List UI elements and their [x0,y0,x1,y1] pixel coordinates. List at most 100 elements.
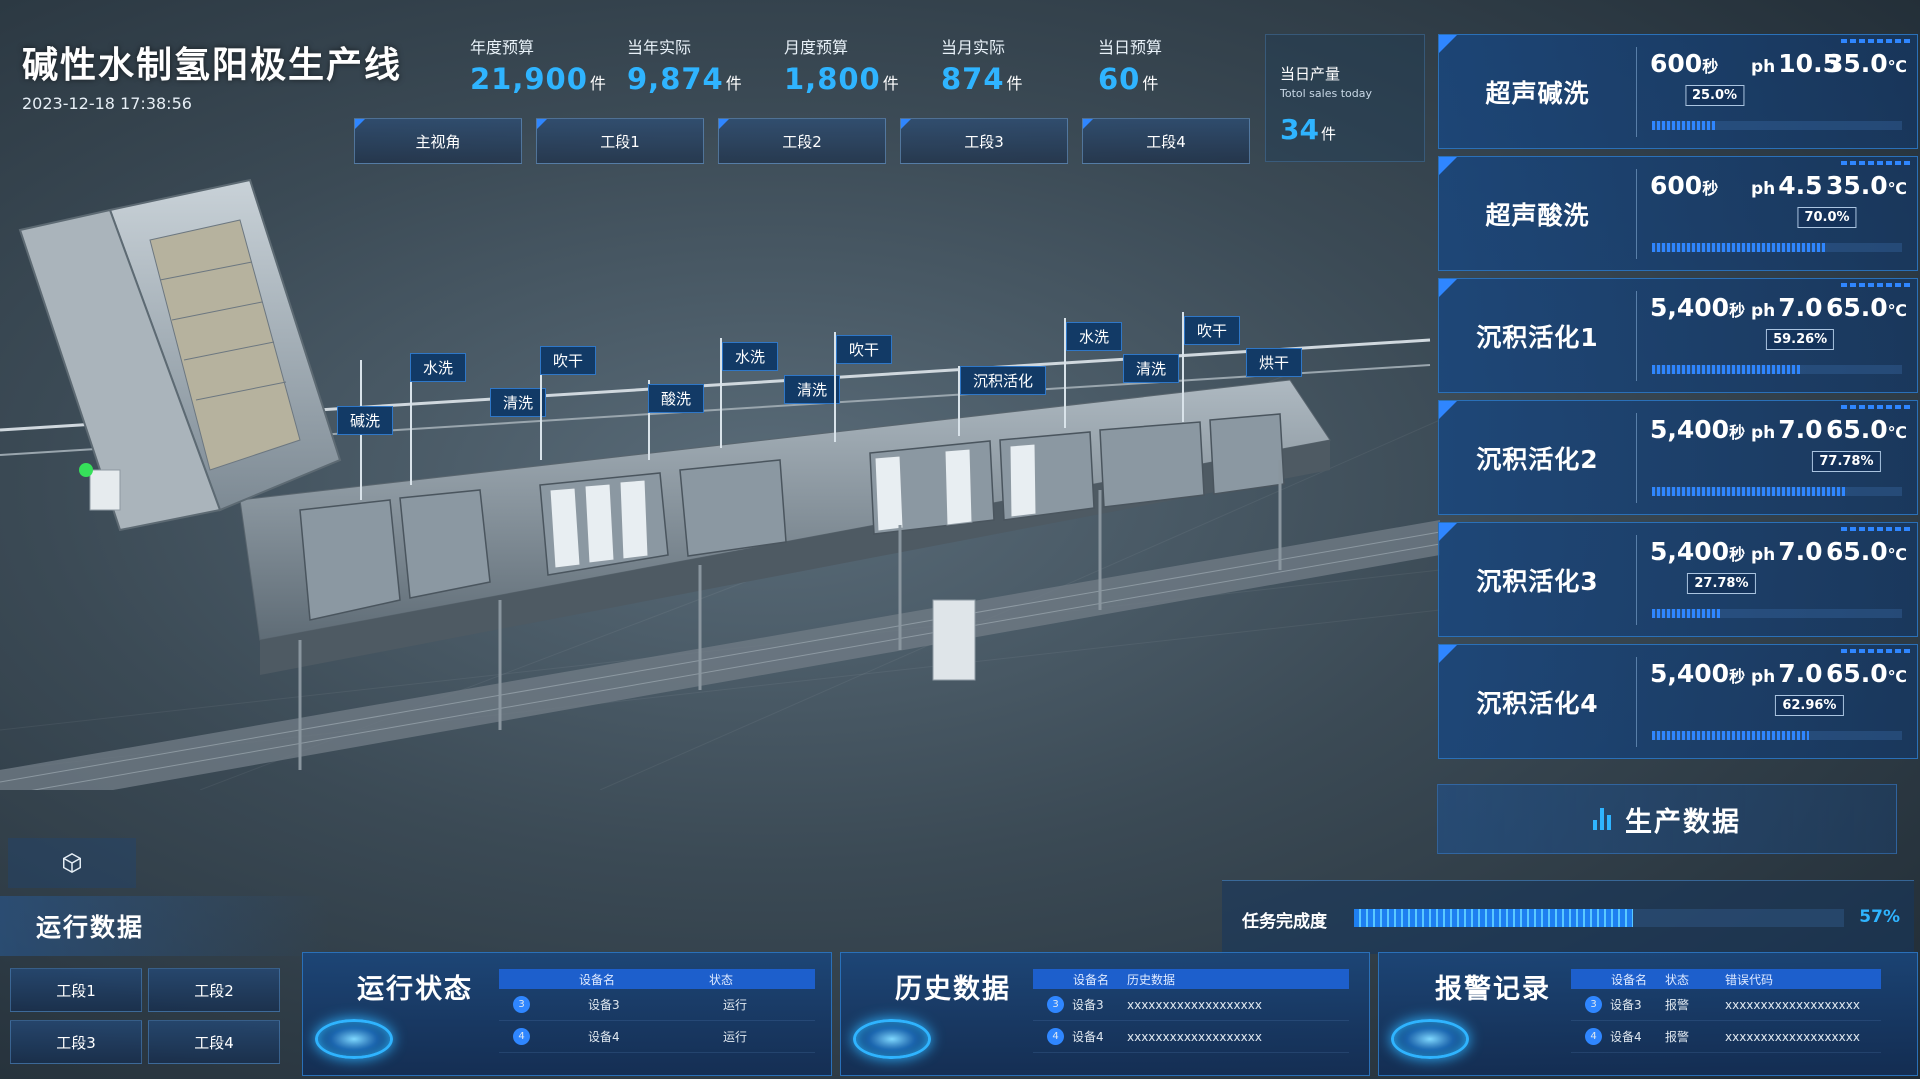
station-progress-label: 77.78% [1812,451,1881,472]
scene-tag-rinse-2[interactable]: 清洗 [784,375,841,404]
station-card-acid[interactable]: 超声酸洗 600秒 ph 4.5 35.0℃ 70.0% [1438,156,1918,271]
row-index-badge: 4 [1585,1028,1602,1045]
station-ph: ph 7.0 [1751,659,1823,688]
segment-4-button[interactable]: 工段4 [148,1020,280,1064]
run-data-title: 运行数据 [0,896,330,956]
table-row[interactable]: 3 设备3 xxxxxxxxxxxxxxxxxxx [1033,989,1349,1021]
3d-view-toggle-button[interactable] [8,838,136,888]
page-title: 碱性水制氢阳极生产线 [22,45,403,86]
alarm-record-table: 设备名 状态 错误代码 3 设备3 报警 xxxxxxxxxxxxxxxxxxx… [1571,969,1881,1053]
tab-section-3[interactable]: 工段3 [900,118,1068,164]
station-ph: ph 4.5 [1751,171,1823,200]
datetime: 2023-12-18 17:38:56 [22,94,192,113]
scene-tag-deposition[interactable]: 沉积活化 [960,366,1047,395]
kpi-monthly-budget: 月度预算 1,800 件 [784,34,941,96]
station-card-deposition-1[interactable]: 沉积活化1 5,400秒 ph 7.0 65.0℃ 59.26% [1438,278,1918,393]
station-temperature: 65.0℃ [1825,537,1907,566]
divider [1636,413,1637,503]
decor-stripe [1841,649,1911,653]
station-duration: 5,400秒 [1650,293,1746,322]
table-row[interactable]: 4 设备4 报警 xxxxxxxxxxxxxxxxxxx [1571,1021,1881,1053]
station-card-alkali[interactable]: 超声碱洗 600秒 ph 10.5 35.0℃ 25.0% [1438,34,1918,149]
progress-fill [1652,243,1827,252]
kpi-monthly-actual: 当月实际 874 件 [941,34,1098,96]
kpi-value: 60 件 [1098,62,1160,96]
station-card-deposition-2[interactable]: 沉积活化2 5,400秒 ph 7.0 65.0℃ 77.78% [1438,400,1918,515]
scene-tag-water-wash-1[interactable]: 水洗 [410,353,467,382]
scene-tag-blow-dry-2[interactable]: 吹干 [836,335,893,364]
kpi-annual-actual: 当年实际 9,874 件 [627,34,784,96]
task-progress-label: 任务完成度 [1242,912,1327,932]
cube-icon [63,852,81,874]
daily-output-sublabel: Totol sales today [1280,87,1372,100]
row-index-badge: 3 [513,996,530,1013]
station-progress-bar [1652,243,1902,252]
hologram-disc-icon [853,1019,931,1059]
kpi-value: 874 件 [941,62,1024,96]
station-progress-bar [1652,609,1902,618]
table-row[interactable]: 3 设备3 运行 [499,989,815,1021]
station-ph: ph 7.0 [1751,293,1823,322]
tab-main-view[interactable]: 主视角 [354,118,522,164]
station-name: 沉积活化3 [1476,566,1599,596]
kpi-label: 当日预算 [1098,38,1163,57]
segment-buttons: 工段1 工段2 工段3 工段4 [10,968,284,1064]
scene-tag-alkali-wash[interactable]: 碱洗 [337,406,394,435]
scene-tag-rinse-3[interactable]: 清洗 [1123,354,1180,383]
scene-tag-water-wash-2[interactable]: 水洗 [722,342,779,371]
scene-tag-rinse-1[interactable]: 清洗 [490,388,547,417]
station-name: 超声酸洗 [1485,200,1590,230]
tab-section-2[interactable]: 工段2 [718,118,886,164]
run-status-panel: 运行状态 设备名 状态 3 设备3 运行 4 设备4 运行 [302,952,832,1076]
divider [1636,657,1637,747]
station-progress-bar [1652,731,1902,740]
kpi-value: 1,800 件 [784,62,900,96]
segment-1-button[interactable]: 工段1 [10,968,142,1012]
station-progress-bar [1652,121,1902,130]
table-row[interactable]: 4 设备4 运行 [499,1021,815,1053]
tab-section-1[interactable]: 工段1 [536,118,704,164]
production-data-button[interactable]: 生产数据 [1437,784,1897,854]
table-row[interactable]: 4 设备4 xxxxxxxxxxxxxxxxxxx [1033,1021,1349,1053]
tab-section-4[interactable]: 工段4 [1082,118,1250,164]
scene-tag-water-wash-3[interactable]: 水洗 [1066,322,1123,351]
row-index-badge: 4 [513,1028,530,1045]
station-panel: 超声碱洗 600秒 ph 10.5 35.0℃ 25.0% 超声酸洗 600秒 p… [1438,34,1918,766]
kpi-label: 当年实际 [627,38,692,57]
station-temperature: 65.0℃ [1825,415,1907,444]
station-card-deposition-4[interactable]: 沉积活化4 5,400秒 ph 7.0 65.0℃ 62.96% [1438,644,1918,759]
scene-tag-blow-dry-3[interactable]: 吹干 [1184,316,1241,345]
station-progress-label: 70.0% [1797,207,1857,228]
production-line-3d-view[interactable]: 碱洗 水洗 清洗 吹干 酸洗 水洗 清洗 吹干 沉积活化 水洗 清洗 吹干 烘干 [0,170,1441,810]
station-temperature: 65.0℃ [1825,293,1907,322]
segment-3-button[interactable]: 工段3 [10,1020,142,1064]
task-progress: 任务完成度 57% [1222,880,1914,954]
run-status-table: 设备名 状态 3 设备3 运行 4 设备4 运行 [499,969,815,1053]
table-row[interactable]: 3 设备3 报警 xxxxxxxxxxxxxxxxxxx [1571,989,1881,1021]
progress-fill [1652,487,1847,496]
station-progress-label: 59.26% [1766,329,1835,350]
scene-tag-acid-wash[interactable]: 酸洗 [648,384,705,413]
station-name: 超声碱洗 [1485,78,1590,108]
table-header: 设备名 历史数据 [1033,969,1349,989]
station-card-deposition-3[interactable]: 沉积活化3 5,400秒 ph 7.0 65.0℃ 27.78% [1438,522,1918,637]
task-progress-bar [1354,909,1844,927]
kpi-daily-budget: 当日预算 60 件 [1098,34,1255,96]
decor-stripe [1841,405,1911,409]
divider [1636,47,1637,137]
station-ph: ph 7.0 [1751,415,1823,444]
station-progress-label: 62.96% [1775,695,1844,716]
progress-fill [1652,731,1810,740]
station-temperature: 35.0℃ [1825,171,1907,200]
task-progress-value: 57% [1859,907,1900,927]
segment-2-button[interactable]: 工段2 [148,968,280,1012]
row-index-badge: 3 [1585,996,1602,1013]
scene-tag-bake-dry[interactable]: 烘干 [1246,348,1303,377]
table-header: 设备名 状态 [499,969,815,989]
decor-stripe [1841,527,1911,531]
progress-fill [1652,121,1715,130]
scene-tag-blow-dry-1[interactable]: 吹干 [540,346,597,375]
hologram-disc-icon [315,1019,393,1059]
hologram-disc-icon [1391,1019,1469,1059]
panel-title: 运行状态 [357,974,473,1005]
